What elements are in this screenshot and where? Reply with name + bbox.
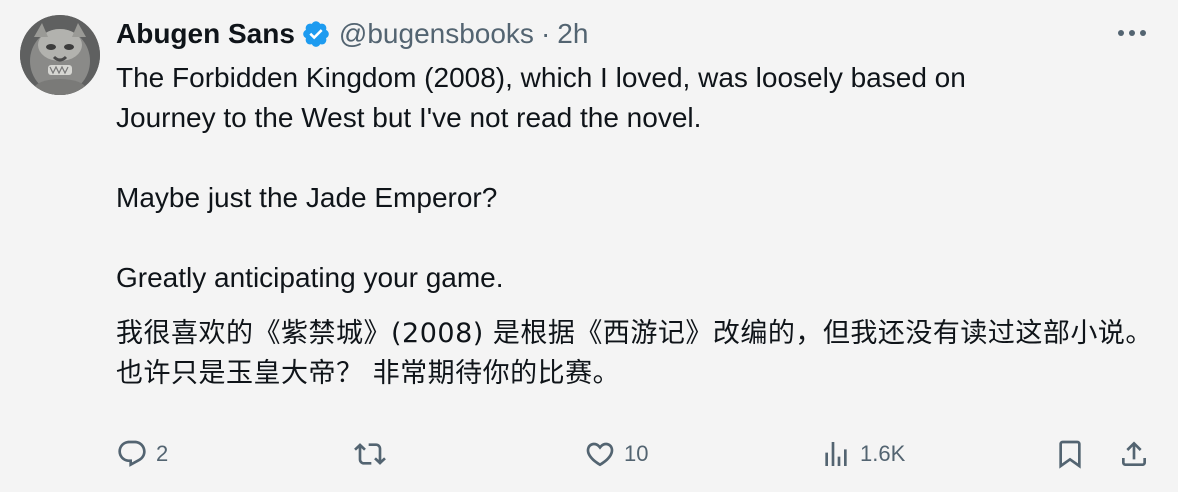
views-button[interactable]: 1.6K xyxy=(820,432,905,476)
tweet-text: The Forbidden Kingdom (2008), which I lo… xyxy=(116,58,1156,298)
tweet-paragraph: Maybe just the Jade Emperor? xyxy=(116,182,498,213)
analytics-icon xyxy=(825,442,847,466)
tweet: Abugen Sans @bugensbooks · 2h The Forbid… xyxy=(0,0,1178,492)
bookmark-button[interactable] xyxy=(1054,432,1086,476)
like-count: 10 xyxy=(624,441,649,466)
display-name[interactable]: Abugen Sans xyxy=(116,18,295,50)
avatar[interactable] xyxy=(20,15,100,95)
verified-badge-icon[interactable] xyxy=(301,19,331,49)
separator-dot: · xyxy=(540,18,551,49)
timestamp[interactable]: 2h xyxy=(557,18,588,50)
retweet-icon xyxy=(354,443,386,465)
handle[interactable]: @bugensbooks xyxy=(339,18,534,50)
reply-button[interactable]: 2 xyxy=(116,432,168,476)
gargoyle-avatar-image xyxy=(20,15,100,95)
tweet-header: Abugen Sans @bugensbooks · 2h xyxy=(116,14,588,54)
like-button[interactable]: 10 xyxy=(584,432,648,476)
tweet-paragraph: Greatly anticipating your game. xyxy=(116,262,504,293)
reply-icon xyxy=(118,440,146,467)
retweet-button[interactable] xyxy=(354,432,394,476)
share-icon xyxy=(1122,441,1146,466)
tweet-paragraph: The Forbidden Kingdom (2008), which I lo… xyxy=(116,62,966,133)
reply-count: 2 xyxy=(156,441,169,466)
tweet-translation-text: 我很喜欢的《紫禁城》(2008) 是根据《西游记》改编的，但我还没有读过这部小说… xyxy=(116,318,1153,389)
share-button[interactable] xyxy=(1118,432,1150,476)
heart-icon xyxy=(586,442,614,467)
views-count: 1.6K xyxy=(860,441,906,466)
tweet-actions: 2 10 1.6K xyxy=(114,432,1154,476)
bookmark-icon xyxy=(1059,440,1081,469)
ellipsis-icon xyxy=(1118,30,1146,36)
more-options-button[interactable] xyxy=(1114,20,1150,46)
